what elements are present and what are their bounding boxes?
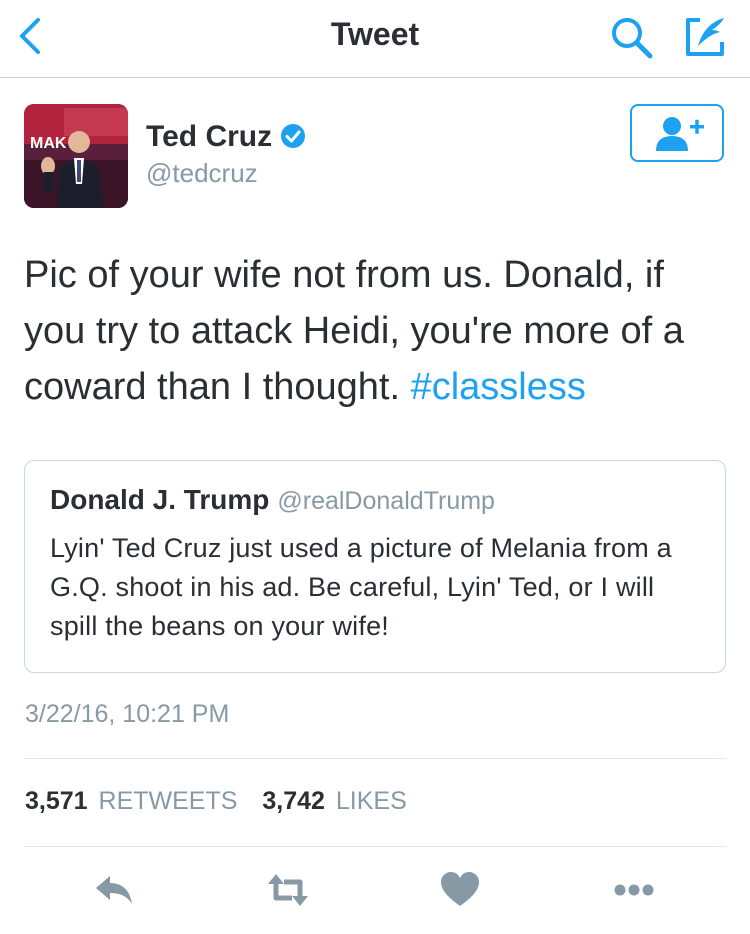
engagement-stats: 3,571 RETWEETS 3,742 LIKES (25, 787, 425, 816)
like-icon (441, 872, 479, 906)
more-icon (614, 884, 654, 896)
quoted-tweet-card[interactable]: Donald J. Trump @realDonaldTrump Lyin' Te… (24, 460, 726, 673)
avatar[interactable]: MAK (24, 104, 128, 208)
hashtag-link[interactable]: #classless (411, 366, 586, 408)
retweets-label: RETWEETS (98, 787, 238, 815)
reply-icon (96, 876, 132, 904)
likes-stat[interactable]: 3,742 LIKES (262, 787, 424, 815)
reply-button[interactable] (92, 868, 136, 912)
retweet-icon (268, 874, 308, 906)
follow-button[interactable] (630, 104, 724, 162)
author-handle[interactable]: @tedcruz (146, 158, 258, 189)
tweet-timestamp: 3/22/16, 10:21 PM (25, 700, 230, 728)
quoted-tweet-header: Donald J. Trump @realDonaldTrump (50, 484, 495, 516)
likes-count: 3,742 (262, 787, 325, 815)
quoted-author-name: Donald J. Trump (50, 484, 270, 515)
author-name[interactable]: Ted Cruz (146, 120, 272, 153)
quoted-author-handle: @realDonaldTrump (277, 487, 495, 515)
avatar-backdrop-text: MAK (30, 135, 67, 152)
top-navbar: Tweet (0, 0, 750, 78)
add-user-icon (656, 117, 704, 151)
retweets-count: 3,571 (25, 787, 88, 815)
quoted-tweet-text: Lyin' Ted Cruz just used a picture of Me… (50, 533, 672, 641)
divider (24, 846, 726, 847)
compose-icon[interactable] (680, 12, 730, 62)
search-icon[interactable] (608, 14, 656, 62)
retweet-button[interactable] (266, 868, 310, 912)
like-button[interactable] (438, 868, 482, 912)
verified-badge-icon (280, 123, 306, 149)
author-name-row[interactable]: Ted Cruz (146, 120, 306, 154)
tweet-text: Pic of your wife not from us. Donald, if… (24, 247, 730, 415)
retweets-stat[interactable]: 3,571 RETWEETS (25, 787, 255, 815)
more-button[interactable] (612, 868, 656, 912)
likes-label: LIKES (335, 787, 407, 815)
divider (24, 758, 726, 759)
